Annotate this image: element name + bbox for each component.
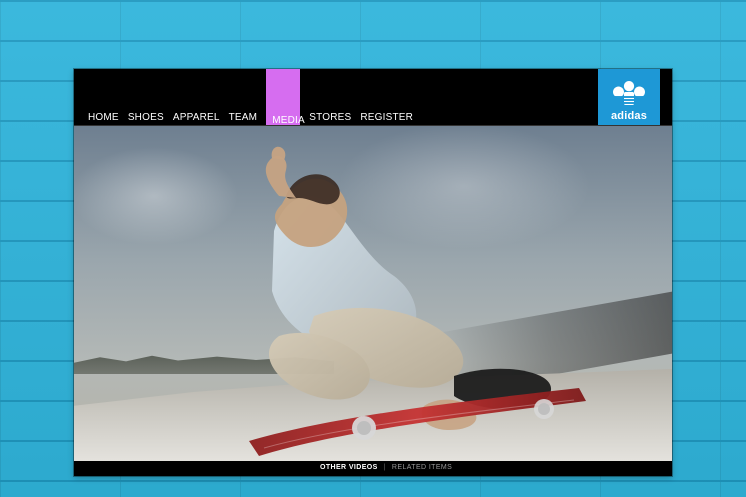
top-navigation-bar: HOME SHOES APPAREL TEAM MEDIA STORES REG… [74,69,672,130]
footer-link-separator: | [383,464,386,471]
nav-item-apparel[interactable]: APPAREL [173,112,220,123]
nav-item-home[interactable]: HOME [88,112,119,123]
other-videos-link[interactable]: OTHER VIDEOS [320,464,378,471]
trefoil-icon [612,81,646,105]
skater-illustration [249,146,586,456]
site-window: HOME SHOES APPAREL TEAM MEDIA STORES REG… [74,69,672,476]
video-player[interactable] [74,126,672,461]
nav-item-stores[interactable]: STORES [309,112,351,123]
nav-item-team[interactable]: TEAM [229,112,258,123]
nav-item-shoes[interactable]: SHOES [128,112,164,123]
nav-item-register[interactable]: REGISTER [360,112,413,123]
video-footer-links: OTHER VIDEOS | RELATED ITEMS [320,464,452,471]
related-items-link[interactable]: RELATED ITEMS [392,464,452,471]
brand-logo[interactable]: adidas [598,69,660,130]
nav-item-media[interactable]: MEDIA [266,69,305,129]
brand-wordmark: adidas [610,110,648,122]
video-footer-bar: OTHER VIDEOS | RELATED ITEMS [74,461,672,476]
